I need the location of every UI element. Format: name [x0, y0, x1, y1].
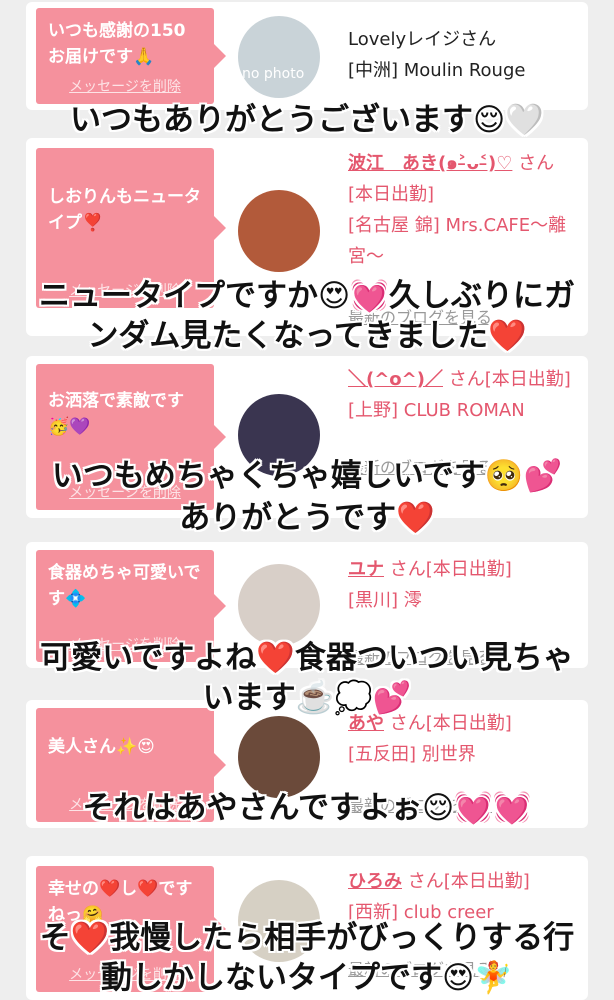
overlay-caption: 動しかしないタイプです😍🧚: [101, 960, 513, 996]
shop-name[interactable]: [中洲] Moulin Rouge: [348, 55, 576, 86]
sender-status: さん[本日出勤]: [448, 369, 571, 390]
overlay-caption: います☕️💭💕: [202, 680, 412, 716]
overlay-caption: いつもめちゃくちゃ嬉しいです🥺💕: [51, 458, 563, 494]
sender-status: さん[本日出勤]: [407, 871, 530, 892]
message-text: 幸せの❤️し❤️ですねっ🤗: [48, 879, 193, 925]
sender-name[interactable]: ＼(^o^)／: [348, 369, 443, 390]
sender-info: Lovelyレイジさん [中洲] Moulin Rouge: [348, 24, 576, 86]
sender-name[interactable]: 波江 あき(๑˃̵ᴗ˂̵)♡: [348, 153, 512, 174]
shop-name[interactable]: [上野] CLUB ROMAN: [348, 395, 576, 426]
avatar[interactable]: [238, 190, 320, 272]
message-text: 食器めちゃ可愛いです💠: [48, 563, 201, 609]
message-text: いつも感謝の150お届けです🙏: [48, 21, 186, 67]
message-text: お洒落で素敵です🥳💜: [48, 391, 184, 437]
message-bubble: いつも感謝の150お届けです🙏 メッセージを削除: [36, 8, 226, 104]
avatar[interactable]: no photo: [238, 16, 320, 98]
overlay-caption: そ❤️我慢したら相手がびっくりする行: [39, 920, 575, 956]
sender-name[interactable]: ユナ: [348, 559, 384, 580]
message-text: しおりんもニュータイプ❣️: [48, 187, 201, 233]
shop-name[interactable]: [五反田] 別世界: [348, 739, 576, 770]
overlay-caption: それはあやさんですよぉ😌💓💓: [82, 790, 532, 826]
shop-name[interactable]: [黒川] 澪: [348, 585, 576, 616]
shop-name[interactable]: [名古屋 錦] Mrs.CAFE～離宮～: [348, 210, 576, 272]
avatar[interactable]: [238, 564, 320, 646]
overlay-caption: ンダム見たくなってきました❤️: [87, 318, 527, 354]
overlay-caption: ニュータイプですか😍💓久しぶりにガ: [39, 278, 575, 314]
no-photo-label: no photo: [242, 66, 305, 82]
avatar[interactable]: [238, 716, 320, 798]
overlay-caption: ありがとうです❤️: [179, 500, 435, 536]
delete-message-link[interactable]: メッセージを削除: [36, 74, 214, 100]
overlay-caption: いつもありがとうございます😌🤍: [70, 102, 544, 138]
sender-name[interactable]: ひろみ: [348, 871, 402, 892]
overlay-caption: 可愛いですよね❤️食器ついつい見ちゃ: [40, 640, 574, 676]
sender-status: さん[本日出勤]: [389, 559, 512, 580]
sender-name[interactable]: Lovelyレイジさん: [348, 24, 576, 55]
message-card: いつも感謝の150お届けです🙏 メッセージを削除 no photo Lovely…: [26, 2, 588, 110]
